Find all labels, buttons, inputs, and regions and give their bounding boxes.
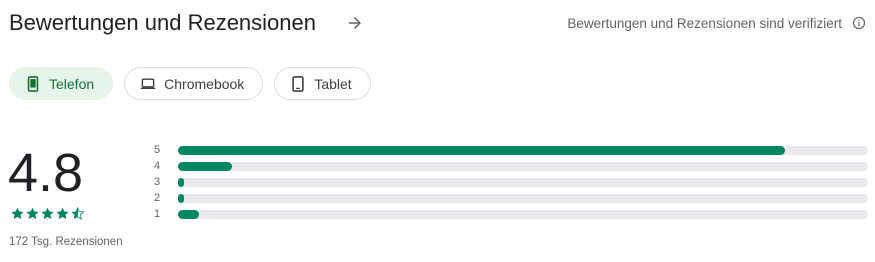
rating-bar-track: [178, 194, 868, 203]
rating-bar-fill: [178, 162, 232, 171]
rating-bar-row: 3: [154, 175, 874, 191]
info-icon[interactable]: [851, 15, 867, 31]
device-filter-chips: Telefon Chromebook Tablet: [9, 67, 382, 100]
verified-text: Bewertungen und Rezensionen sind verifiz…: [567, 15, 842, 31]
rating-bar-row: 4: [154, 159, 874, 175]
star-half-icon: [71, 207, 85, 220]
chip-label: Chromebook: [164, 75, 245, 92]
rating-bar-label: 3: [154, 176, 161, 188]
rating-bar-track: [178, 146, 868, 155]
chip-label: Tablet: [314, 75, 352, 92]
rating-bar-fill: [178, 178, 185, 187]
rating-bar-track: [178, 162, 868, 171]
rating-bar-row: 1: [154, 207, 874, 223]
star-full-icon: [56, 207, 69, 220]
tablet-icon: [290, 75, 306, 92]
rating-bar-track: [178, 178, 868, 187]
rating-bar-track: [178, 210, 868, 219]
rating-bar-label: 4: [154, 160, 161, 172]
ratings-header: Bewertungen und Rezensionen Bewertungen …: [9, 8, 867, 38]
laptop-icon: [140, 76, 156, 92]
rating-bar-label: 5: [154, 144, 161, 156]
rating-bar-label: 1: [154, 208, 161, 220]
star-rating: [10, 206, 85, 221]
star-full-icon: [26, 207, 39, 220]
chip-label: Telefon: [49, 75, 95, 92]
rating-bar-row: 2: [154, 191, 874, 207]
rating-distribution: 5 4 3 2 1: [154, 143, 874, 223]
chip-chromebook[interactable]: Chromebook: [124, 67, 264, 100]
rating-bar-fill: [178, 194, 185, 203]
chip-tablet[interactable]: Tablet: [274, 67, 371, 100]
rating-bar-fill: [178, 210, 199, 219]
rating-bar-label: 2: [154, 192, 161, 204]
verified-notice: Bewertungen und Rezensionen sind verifiz…: [567, 15, 867, 31]
section-title: Bewertungen und Rezensionen: [9, 10, 317, 35]
rating-bar-fill: [178, 146, 786, 155]
phone-icon: [25, 75, 41, 92]
chip-telefon[interactable]: Telefon: [9, 67, 114, 100]
star-full-icon: [11, 207, 24, 220]
reviews-count: 172 Tsg. Rezensionen: [9, 236, 123, 248]
rating-bar-row: 5: [154, 143, 874, 159]
star-full-icon: [41, 207, 54, 220]
arrow-right-icon[interactable]: [342, 10, 368, 36]
average-rating: 4.8: [8, 143, 84, 203]
